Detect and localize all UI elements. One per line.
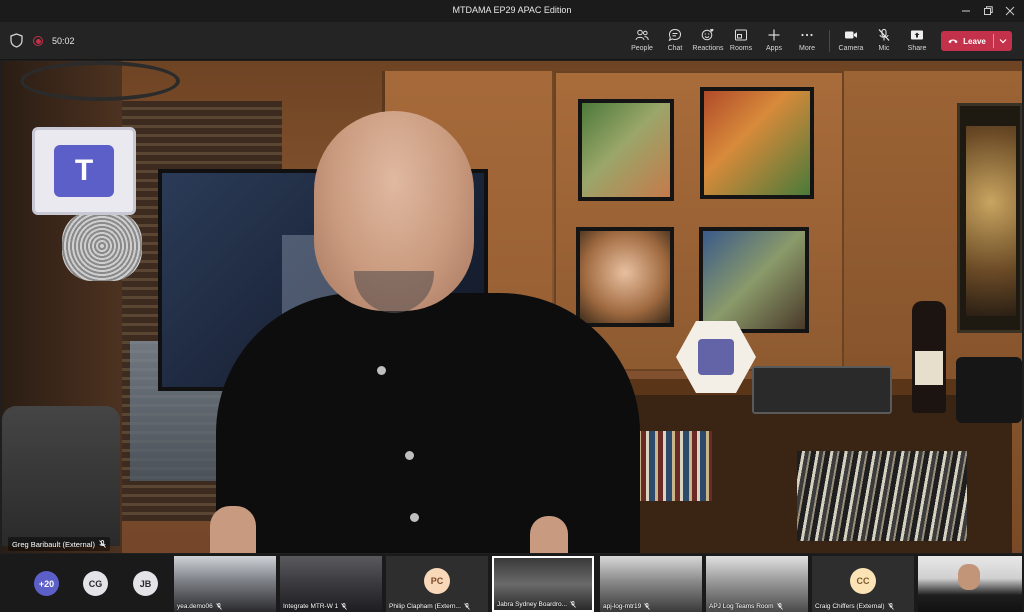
teams-logo-icon: T (32, 127, 136, 215)
toolbar-divider (829, 30, 830, 52)
mic-off-icon (644, 603, 651, 610)
recording-icon (33, 36, 43, 46)
scene-photo-frame (578, 99, 674, 201)
mic-off-icon (776, 603, 783, 610)
meeting-timer: 50:02 (52, 36, 75, 46)
chat-button[interactable]: Chat (658, 25, 692, 57)
mic-off-icon (570, 601, 576, 608)
close-button[interactable] (996, 0, 1024, 22)
shirt-button (405, 451, 414, 460)
scene-books (797, 451, 967, 541)
participant-name: Integrate MTR-W 1 (283, 603, 339, 610)
participant-tile[interactable]: CC Craig Chiffers (External) (812, 556, 914, 612)
participant-name: Philip Clapham (Extern... (389, 603, 461, 610)
scene-poster (957, 103, 1022, 333)
participant-name: yea.demo06 (177, 603, 213, 610)
scene-turntable (752, 366, 892, 414)
apps-button[interactable]: Apps (757, 25, 791, 57)
more-participants-button[interactable]: +20 (34, 571, 59, 596)
apps-label: Apps (766, 45, 782, 52)
restore-icon (984, 6, 993, 15)
rooms-label: Rooms (729, 45, 753, 52)
scene-wine-bottle (912, 301, 946, 413)
hang-up-icon (948, 39, 958, 44)
rooms-icon (735, 29, 747, 41)
chat-icon (668, 28, 682, 42)
camera-icon (845, 31, 857, 39)
close-icon (1005, 6, 1015, 16)
mic-label: Mic (878, 45, 890, 52)
participant-face (958, 564, 980, 590)
mic-off-icon (99, 540, 106, 548)
reactions-button[interactable]: Reactions (691, 25, 725, 57)
people-button[interactable]: People (625, 25, 659, 57)
scene-chair (2, 406, 120, 546)
apps-plus-icon (768, 29, 780, 41)
people-icon (635, 29, 649, 41)
participant-tile[interactable]: APJ Log Teams Room (706, 556, 808, 612)
participant-avatar-cc: CC (850, 568, 876, 594)
participant-tile-self[interactable] (918, 556, 1022, 612)
participant-tile[interactable]: yea.demo06 (174, 556, 276, 612)
mic-off-icon (341, 603, 348, 610)
share-button[interactable]: Share (900, 25, 934, 57)
more-button[interactable]: More (790, 25, 824, 57)
mic-off-icon (887, 603, 894, 610)
more-icon (801, 33, 813, 37)
participant-name: Jabra Sydney Boardro... (497, 601, 568, 608)
scene-speaker (956, 357, 1022, 423)
more-label: More (799, 45, 815, 52)
shirt-button (377, 366, 386, 375)
scene-photo-frame (576, 227, 674, 327)
participant-name: APJ Log Teams Room (709, 603, 774, 610)
camera-button[interactable]: Camera (834, 25, 868, 57)
leave-options-button[interactable] (994, 38, 1012, 44)
leave-button-group: Leave (941, 31, 1012, 51)
reactions-icon (701, 28, 714, 41)
scene-books (632, 431, 712, 501)
mic-off-icon (464, 603, 470, 610)
participant-tile[interactable]: Integrate MTR-W 1 (280, 556, 382, 612)
participant-avatar-cg[interactable]: CG (83, 571, 108, 596)
participant-strip: +20 CG JB yea.demo06 Integrate MTR-W 1 P… (0, 554, 1024, 612)
title-bar: MTDAMA EP29 APAC Edition (0, 0, 1024, 22)
scene-photo-frame (700, 87, 814, 199)
speaker-hand (210, 506, 256, 553)
scene-photo-frame (699, 227, 809, 333)
main-video[interactable]: T Greg Baribault (External) (2, 61, 1022, 553)
share-icon (911, 30, 923, 40)
shield-icon[interactable] (10, 33, 23, 48)
mic-off-icon (878, 29, 890, 41)
camera-label: Camera (838, 45, 864, 52)
participant-avatar-jb[interactable]: JB (133, 571, 158, 596)
minimize-icon (962, 10, 970, 12)
participant-tile-active[interactable]: Jabra Sydney Boardro... (492, 556, 594, 612)
speaker-hand (530, 516, 568, 553)
participant-name: apj-log-mtr19 (603, 603, 642, 610)
chat-label: Chat (667, 45, 683, 52)
people-label: People (631, 45, 653, 52)
speaker-name-tag: Greg Baribault (External) (8, 537, 110, 551)
participant-avatar-pc: PC (424, 568, 450, 594)
leave-label: Leave (963, 36, 986, 46)
scene-ring-light (20, 61, 180, 101)
participant-tile[interactable]: PC Philip Clapham (Extern... (386, 556, 488, 612)
scene-microphone (62, 211, 142, 281)
participant-name: Craig Chiffers (External) (815, 603, 885, 610)
mic-off-icon (216, 603, 222, 610)
chevron-down-icon (999, 39, 1007, 44)
mic-button[interactable]: Mic (867, 25, 901, 57)
shirt-button (410, 513, 419, 522)
leave-button[interactable]: Leave (941, 31, 993, 51)
share-label: Share (907, 45, 927, 52)
window-title: MTDAMA EP29 APAC Edition (452, 5, 572, 15)
reactions-label: Reactions (692, 45, 724, 52)
speaker-name: Greg Baribault (External) (12, 539, 95, 549)
meeting-toolbar: 50:02 People Chat Reactions Rooms Apps M… (0, 22, 1024, 60)
participant-tile[interactable]: apj-log-mtr19 (600, 556, 702, 612)
speaker-body (216, 293, 640, 553)
rooms-button[interactable]: Rooms (724, 25, 758, 57)
